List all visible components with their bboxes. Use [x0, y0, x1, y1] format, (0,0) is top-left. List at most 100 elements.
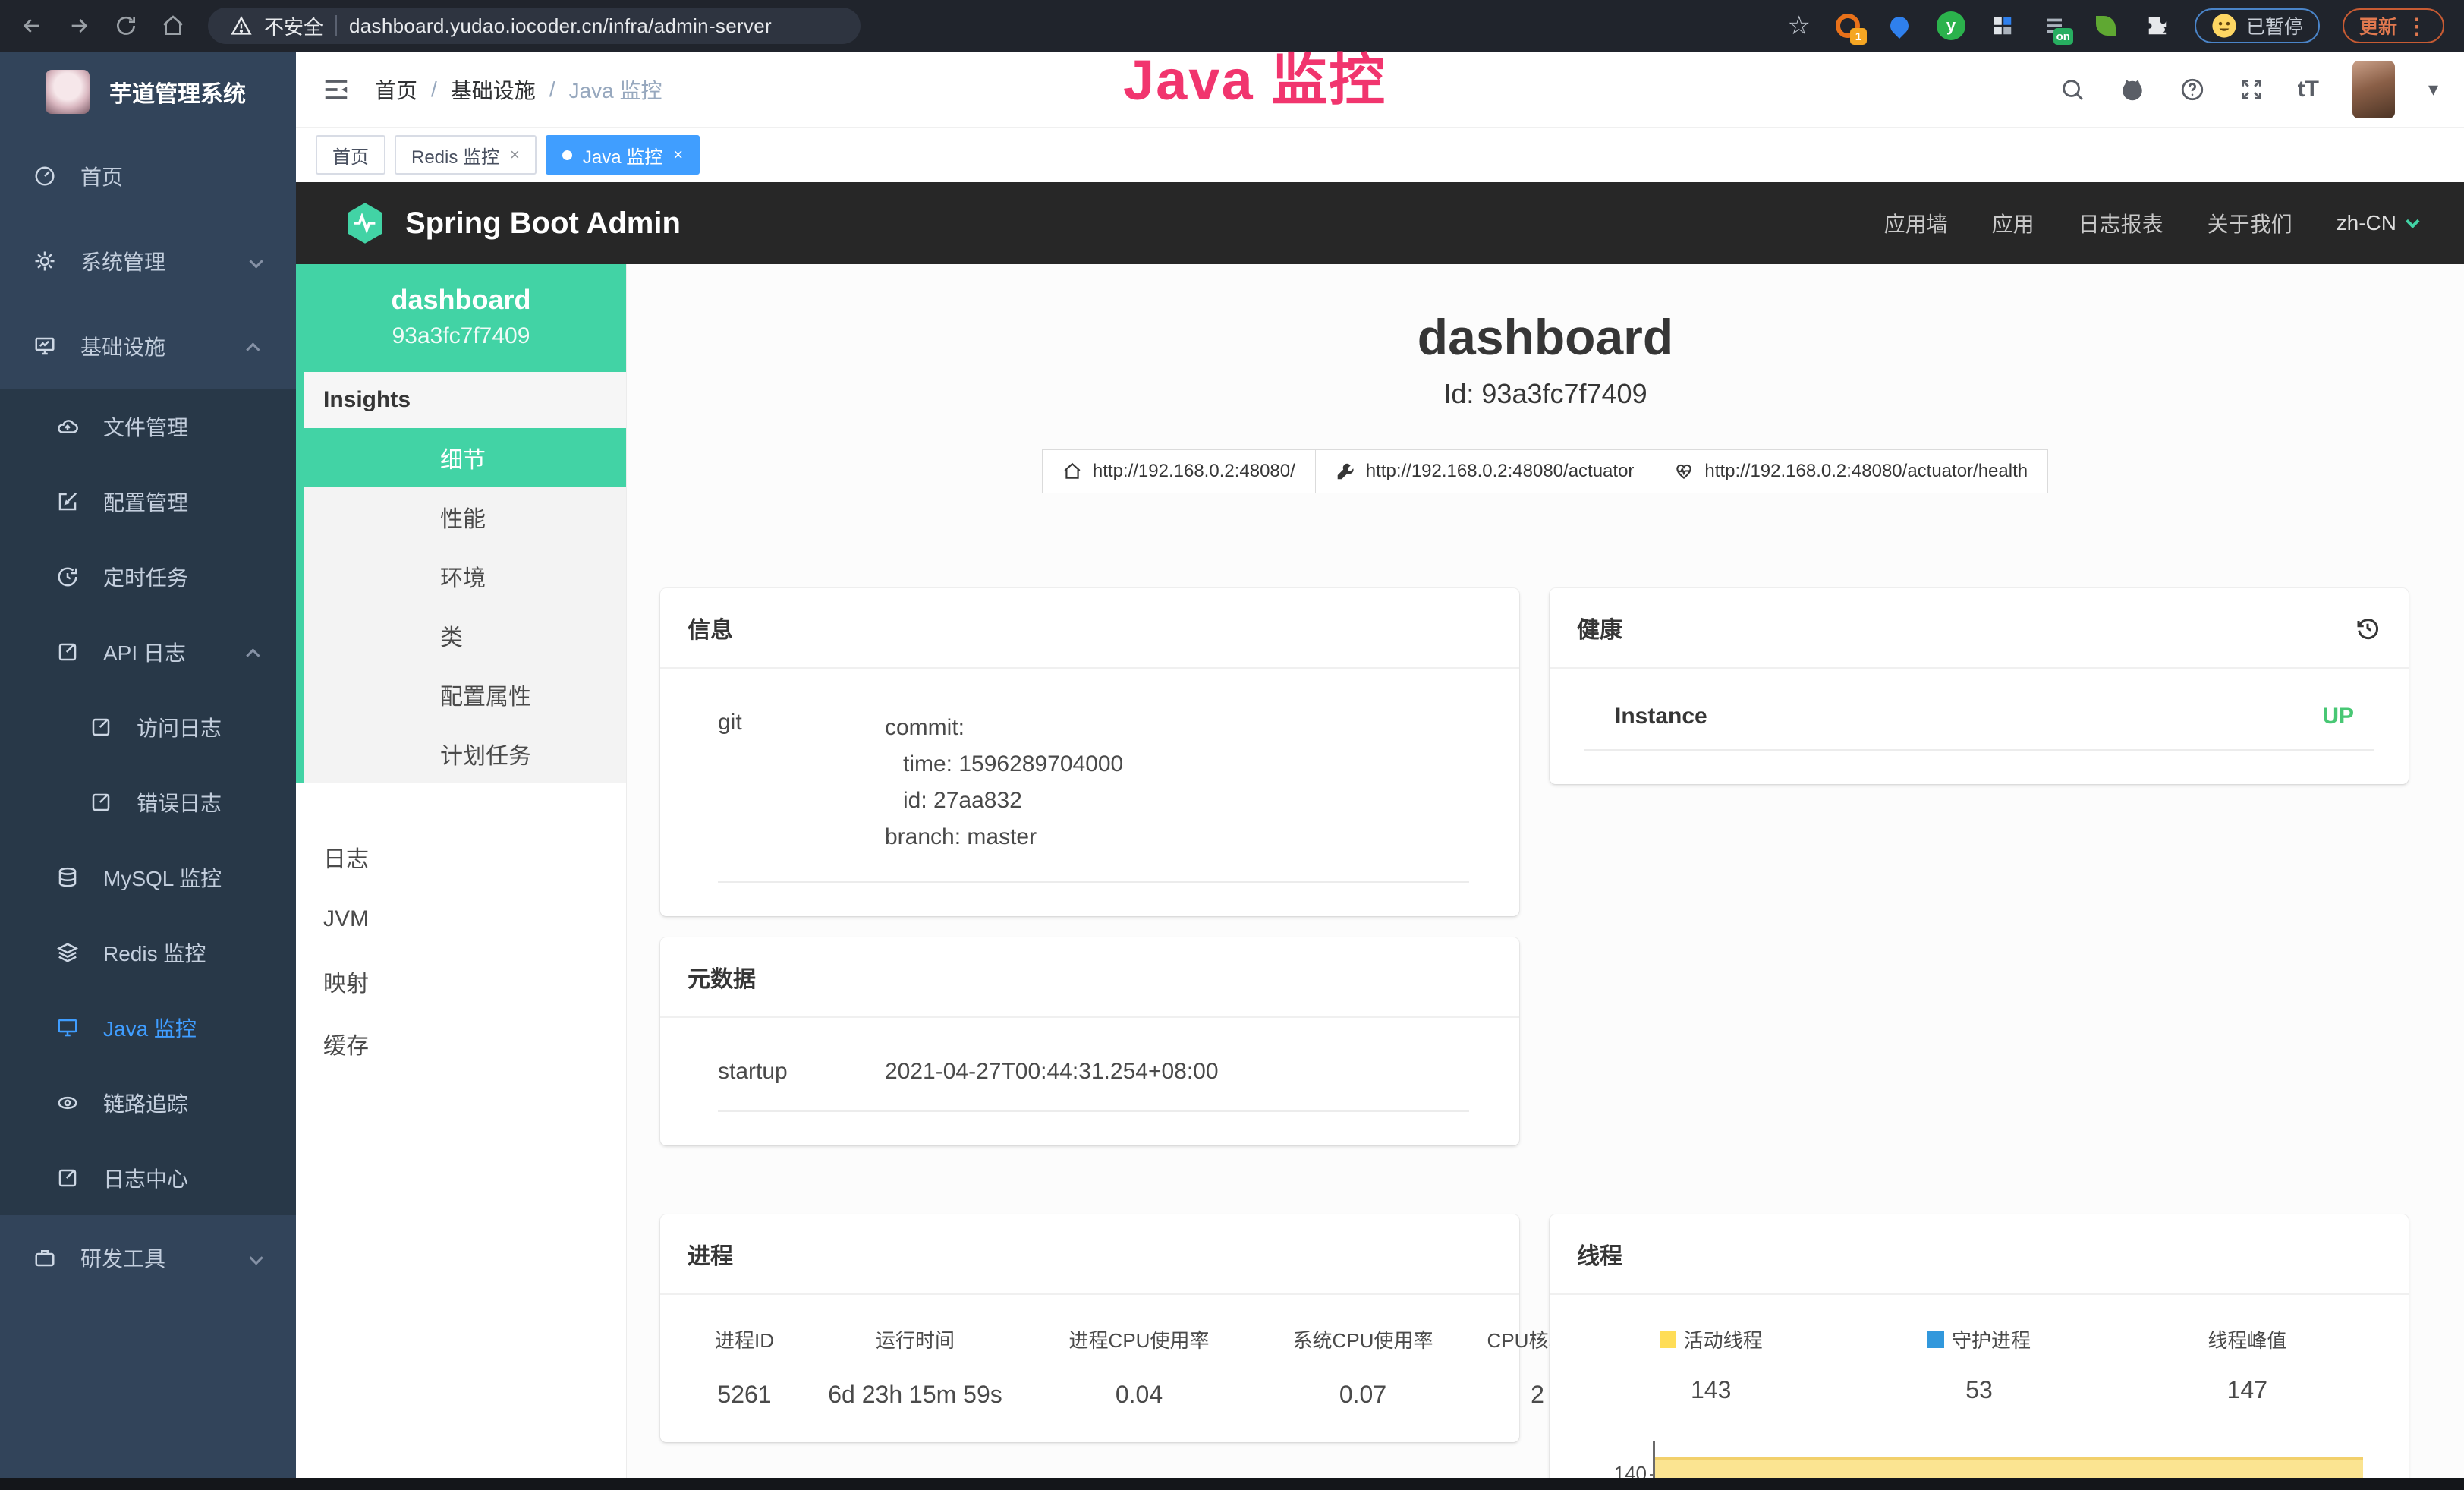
- browser-home-icon[interactable]: [161, 14, 185, 38]
- paused-button[interactable]: 已暂停: [2195, 8, 2320, 43]
- sidebar-item-java[interactable]: Java 监控: [0, 990, 296, 1065]
- sidebar-item-devtools[interactable]: 研发工具: [0, 1215, 296, 1300]
- sidebar-item-home[interactable]: 首页: [0, 134, 296, 219]
- github-icon[interactable]: [2119, 76, 2146, 103]
- sba-item-caches[interactable]: 缓存: [296, 1013, 626, 1075]
- chevron-down-icon: [250, 249, 260, 273]
- sidebar-item-api-log[interactable]: API 日志: [0, 614, 296, 689]
- active-tab-dot: [562, 150, 572, 160]
- sba-item-mappings[interactable]: 映射: [296, 950, 626, 1013]
- reload-icon[interactable]: [114, 14, 138, 38]
- y-extension-icon[interactable]: y: [1937, 11, 1965, 40]
- forward-icon[interactable]: [67, 14, 91, 38]
- help-icon[interactable]: [2179, 77, 2205, 102]
- close-icon[interactable]: ×: [510, 145, 520, 165]
- sba-item-classes[interactable]: 类: [304, 606, 626, 665]
- live-threads-area: [1655, 1457, 2363, 1478]
- security-warning-icon: [231, 15, 252, 36]
- sidebar-item-job[interactable]: 定时任务: [0, 539, 296, 614]
- info-key: git: [718, 710, 885, 855]
- breadcrumb-home[interactable]: 首页: [375, 74, 417, 105]
- sba-nav-about[interactable]: 关于我们: [2208, 208, 2292, 238]
- metadata-value: 2021-04-27T00:44:31.254+08:00: [885, 1059, 1219, 1085]
- puzzle-extension-icon[interactable]: [2143, 11, 2172, 40]
- extension-badge: 1: [1850, 28, 1867, 45]
- peak-threads-value: 147: [2113, 1376, 2381, 1404]
- fullscreen-icon[interactable]: [2239, 77, 2264, 102]
- leaf-extension-icon[interactable]: [2091, 11, 2120, 40]
- colorzilla-extension-icon[interactable]: 1: [1833, 11, 1862, 40]
- sidebar-item-mysql[interactable]: MySQL 监控: [0, 840, 296, 915]
- security-label[interactable]: 不安全: [264, 12, 323, 40]
- tab-redis-monitor[interactable]: Redis 监控 ×: [395, 135, 537, 175]
- sba-item-details[interactable]: 细节: [304, 428, 626, 487]
- url-text[interactable]: dashboard.yudao.iocoder.cn/infra/admin-s…: [349, 14, 772, 38]
- sba-item-metrics[interactable]: 性能: [304, 487, 626, 547]
- threads-card-title: 线程: [1550, 1214, 2409, 1295]
- legend-daemon-threads: 守护进程: [1845, 1325, 2113, 1353]
- monitor-icon: [32, 335, 58, 358]
- chevron-up-icon: [250, 640, 260, 664]
- instance-label: Instance: [1615, 704, 1707, 729]
- sba-item-scheduled-tasks[interactable]: 计划任务: [304, 724, 626, 783]
- user-avatar[interactable]: [2352, 61, 2395, 118]
- extension-on-badge: on: [2053, 28, 2073, 45]
- user-menu-caret-icon[interactable]: ▾: [2428, 77, 2438, 101]
- process-value: 6d 23h 15m 59s: [801, 1381, 1029, 1409]
- process-value: 0.07: [1249, 1381, 1477, 1409]
- switch-extension-icon[interactable]: on: [2040, 11, 2069, 40]
- sba-nav-applications[interactable]: 应用: [1992, 208, 2034, 238]
- search-icon[interactable]: [2060, 77, 2085, 102]
- admin-sidebar: 芋道管理系统 首页 系统管理 基础设施 文件管理 配置管理: [0, 52, 296, 1490]
- sba-header: Spring Boot Admin 应用墙 应用 日志报表 关于我们 zh-CN: [296, 182, 2464, 264]
- sidebar-item-infra[interactable]: 基础设施: [0, 304, 296, 389]
- sidebar-item-trace[interactable]: 链路追踪: [0, 1065, 296, 1140]
- address-bar[interactable]: 不安全 dashboard.yudao.iocoder.cn/infra/adm…: [208, 8, 861, 44]
- pin-extension-icon[interactable]: [1885, 11, 1914, 40]
- sidebar-item-redis[interactable]: Redis 监控: [0, 915, 296, 990]
- actuator-url-button[interactable]: http://192.168.0.2:48080/actuator: [1315, 449, 1655, 493]
- tab-java-monitor[interactable]: Java 监控 ×: [546, 135, 700, 175]
- access-log-icon: [88, 716, 114, 739]
- sba-brand[interactable]: Spring Boot Admin: [345, 201, 681, 245]
- sidebar-item-error-log[interactable]: 错误日志: [0, 764, 296, 840]
- sba-language-select[interactable]: zh-CN: [2337, 211, 2415, 235]
- threads-card: 线程 活动线程 守护进程 线程峰值 143 53 147: [1550, 1214, 2409, 1478]
- home-icon: [1062, 461, 1082, 481]
- chevron-down-icon: [250, 1246, 260, 1270]
- sba-nav-wallboard[interactable]: 应用墙: [1884, 208, 1948, 238]
- breadcrumb-current: Java 监控: [569, 74, 662, 105]
- process-card-title: 进程: [660, 1214, 1519, 1295]
- sba-item-environment[interactable]: 环境: [304, 547, 626, 606]
- metadata-card: 元数据 startup 2021-04-27T00:44:31.254+08:0…: [660, 937, 1519, 1145]
- back-icon[interactable]: [20, 14, 44, 38]
- bookmark-star-icon[interactable]: ☆: [1787, 11, 1810, 41]
- sba-nav-journal[interactable]: 日志报表: [2079, 208, 2163, 238]
- breadcrumb-infra[interactable]: 基础设施: [451, 74, 536, 105]
- history-icon[interactable]: [2354, 614, 2381, 641]
- sba-instance-header[interactable]: dashboard 93a3fc7f7409: [296, 264, 626, 372]
- infra-submenu: 文件管理 配置管理 定时任务 API 日志 访问日志 错误日志: [0, 389, 296, 1215]
- tab-home[interactable]: 首页: [316, 135, 385, 175]
- divider: [718, 881, 1469, 883]
- annotation-java-monitor: Java 监控: [1123, 35, 1386, 116]
- health-url-button[interactable]: http://192.168.0.2:48080/actuator/health: [1654, 449, 2048, 493]
- sidebar-item-system[interactable]: 系统管理: [0, 219, 296, 304]
- collapse-sidebar-icon[interactable]: [322, 75, 351, 104]
- metadata-card-title: 元数据: [660, 937, 1519, 1018]
- font-size-icon[interactable]: tT: [2298, 77, 2319, 102]
- sidebar-item-file[interactable]: 文件管理: [0, 389, 296, 464]
- sidebar-item-log-center[interactable]: 日志中心: [0, 1140, 296, 1215]
- sidebar-item-access-log[interactable]: 访问日志: [0, 689, 296, 764]
- sba-item-config-props[interactable]: 配置属性: [304, 665, 626, 724]
- service-url-button[interactable]: http://192.168.0.2:48080/: [1042, 449, 1316, 493]
- divider: [718, 1110, 1469, 1112]
- close-icon[interactable]: ×: [673, 145, 683, 165]
- grid-extension-icon[interactable]: [1988, 11, 2017, 40]
- legend-blue-swatch: [1927, 1331, 1944, 1348]
- update-button[interactable]: 更新 ⋮: [2343, 8, 2444, 43]
- sba-item-jvm[interactable]: JVM: [296, 888, 626, 950]
- sba-item-logs[interactable]: 日志: [296, 826, 626, 888]
- kebab-menu-icon[interactable]: ⋮: [2406, 14, 2428, 39]
- sidebar-item-config[interactable]: 配置管理: [0, 464, 296, 539]
